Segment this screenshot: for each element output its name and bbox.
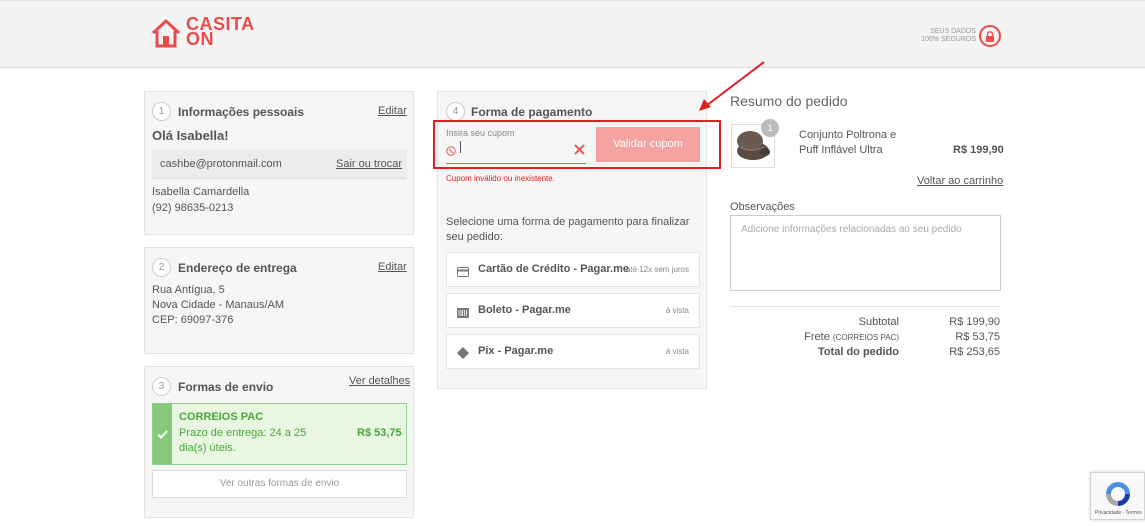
secure-badge: SEUS DADOS 100% SEGUROS [918, 25, 1001, 47]
credit-card-note: até 12x sem juros [625, 265, 689, 274]
email-box: cashbe@protonmail.com Sair ou trocar [152, 149, 407, 179]
user-name: Isabella Camardella [152, 186, 250, 198]
secure-line1: SEUS DADOS [930, 28, 976, 35]
address-line3: CEP: 69097-376 [152, 314, 234, 326]
frete-method: (CORREIOS PAC) [832, 333, 899, 342]
recaptcha-links: Privacidade - Termos [1095, 510, 1142, 516]
product-price: R$ 199,90 [953, 144, 1004, 156]
payment-option-credit-card[interactable]: Cartão de Crédito - Pagar.me até 12x sem… [446, 252, 700, 287]
barcode-icon [457, 305, 469, 318]
shipping-title: Formas de envio [178, 380, 274, 394]
subtotal-label: Subtotal [858, 316, 899, 328]
secure-text: SEUS DADOS 100% SEGUROS [918, 28, 976, 44]
subtotal-value: R$ 199,90 [949, 316, 1000, 328]
personal-info-title: Informações pessoais [178, 105, 305, 119]
coupon-error-message: Cupom inválido ou inexistente. [446, 174, 555, 183]
other-shipping-button[interactable]: Ver outras formas de envio [152, 470, 407, 498]
address-line2: Nova Cidade - Manaus/AM [152, 299, 285, 311]
shipping-cost-value: R$ 53,75 [955, 331, 1000, 343]
shipping-option-desc-2: dia(s) úteis. [179, 442, 236, 454]
shipping-option-correios-pac[interactable]: CORREIOS PAC Prazo de entrega: 24 a 25 d… [152, 403, 407, 465]
edit-personal-link[interactable]: Editar [378, 105, 407, 117]
recaptcha-icon [1106, 482, 1130, 506]
boleto-note: à vista [665, 306, 689, 315]
address-title: Endereço de entrega [178, 261, 297, 275]
total-value: R$ 253,65 [949, 346, 1000, 358]
credit-card-icon [457, 264, 469, 277]
switch-account-link[interactable]: Sair ou trocar [336, 157, 402, 172]
recaptcha-privacy[interactable]: Privacidade [1095, 510, 1121, 516]
product-quantity-badge: 1 [761, 119, 779, 137]
shipping-cost-label: Frete (CORREIOS PAC) [759, 331, 899, 343]
frete-label: Frete [804, 331, 830, 343]
boleto-label: Boleto - Pagar.me [478, 304, 571, 316]
credit-card-label: Cartão de Crédito - Pagar.me [478, 263, 629, 275]
payment-option-boleto[interactable]: Boleto - Pagar.me à vista [446, 293, 700, 328]
total-label: Total do pedido [817, 346, 899, 358]
shipping-panel: 3 Formas de envio Ver detalhes CORREIOS … [144, 366, 414, 518]
lock-icon [979, 25, 1001, 47]
payment-option-pix[interactable]: Pix - Pagar.me à vista [446, 334, 700, 369]
user-phone: (92) 98635-0213 [152, 202, 234, 214]
secure-line2: 100% SEGUROS [921, 36, 976, 43]
header-bar: CASITA ON SEUS DADOS 100% SEGUROS [0, 0, 1145, 68]
check-icon [153, 404, 172, 464]
step-number-1: 1 [152, 102, 171, 121]
recaptcha-badge[interactable]: Privacidade - Termos [1090, 472, 1145, 520]
observations-label: Observações [730, 201, 795, 213]
recaptcha-terms[interactable]: Termos [1126, 510, 1142, 516]
step-number-3: 3 [152, 377, 171, 396]
logo-text: CASITA ON [186, 15, 255, 49]
payment-instruction: Selecione uma forma de pagamento para fi… [446, 216, 690, 243]
pix-icon [457, 346, 469, 359]
shipping-option-name: CORREIOS PAC [179, 411, 264, 423]
back-to-cart-link[interactable]: Voltar ao carrinho [917, 174, 1003, 189]
shipping-option-desc-1: Prazo de entrega: 24 a 25 [179, 427, 307, 439]
observations-textarea[interactable] [730, 215, 1001, 291]
shipping-details-link[interactable]: Ver detalhes [349, 375, 410, 387]
edit-address-link[interactable]: Editar [378, 261, 407, 273]
pix-note: à vista [665, 347, 689, 356]
address-panel: 2 Endereço de entrega Editar Rua Antígua… [144, 247, 414, 354]
logo[interactable]: CASITA ON [150, 15, 255, 49]
pix-label: Pix - Pagar.me [478, 345, 554, 357]
step-number-4: 4 [446, 102, 465, 121]
address-line1: Rua Antígua, 5 [152, 284, 225, 296]
step-number-2: 2 [152, 258, 171, 277]
product-name-line1: Conjunto Poltrona e [799, 129, 897, 141]
product-name-line2: Puff Inflável Ultra [799, 144, 883, 156]
summary-divider [730, 306, 1001, 307]
shipping-option-price: R$ 53,75 [357, 427, 402, 439]
logo-line2: ON [186, 29, 214, 49]
personal-info-panel: 1 Informações pessoais Editar Olá Isabel… [144, 91, 414, 235]
payment-title: Forma de pagamento [471, 105, 593, 119]
greeting: Olá Isabella! [152, 128, 229, 143]
summary-title: Resumo do pedido [730, 93, 848, 109]
coupon-highlight-box [433, 120, 721, 169]
house-logo-icon [151, 19, 181, 48]
user-email: cashbe@protonmail.com [160, 158, 282, 170]
